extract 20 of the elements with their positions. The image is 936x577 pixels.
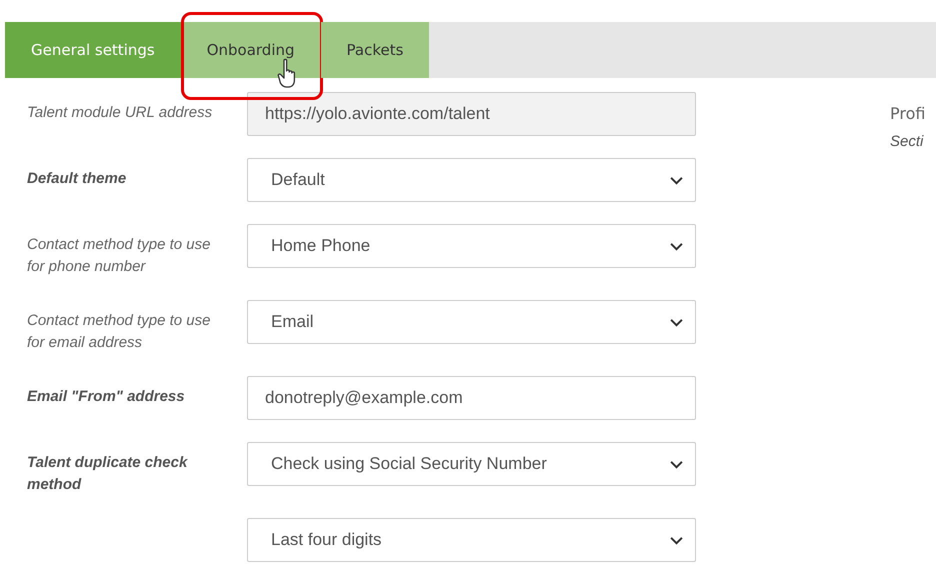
- field-label: Contact method type to use for email address: [26, 311, 212, 353]
- field-label: Talent duplicate check method: [26, 453, 189, 495]
- dropdown[interactable]: Check using Social Security Number: [247, 442, 696, 486]
- dropdown[interactable]: Email: [247, 300, 696, 344]
- field-label: Talent module URL address: [26, 103, 214, 123]
- section-title: Profi: [890, 104, 926, 123]
- dropdown[interactable]: Home Phone: [247, 224, 696, 268]
- section-subtitle: Secti: [890, 133, 925, 150]
- dropdown[interactable]: Default: [247, 158, 696, 202]
- chevron-down-icon: [670, 318, 683, 326]
- chevron-down-icon: [670, 536, 683, 544]
- chevron-down-icon: [670, 242, 683, 250]
- chevron-down-icon: [670, 176, 683, 184]
- dropdown[interactable]: Last four digits: [247, 518, 696, 562]
- field-label: Contact method type to use for phone number: [26, 235, 212, 277]
- chevron-down-icon: [670, 460, 683, 468]
- field-label: Email "From" address: [26, 387, 186, 407]
- input-field[interactable]: donotreply@example.com: [247, 376, 696, 420]
- tab[interactable]: Packets: [320, 22, 430, 78]
- field-label: Default theme: [26, 169, 128, 189]
